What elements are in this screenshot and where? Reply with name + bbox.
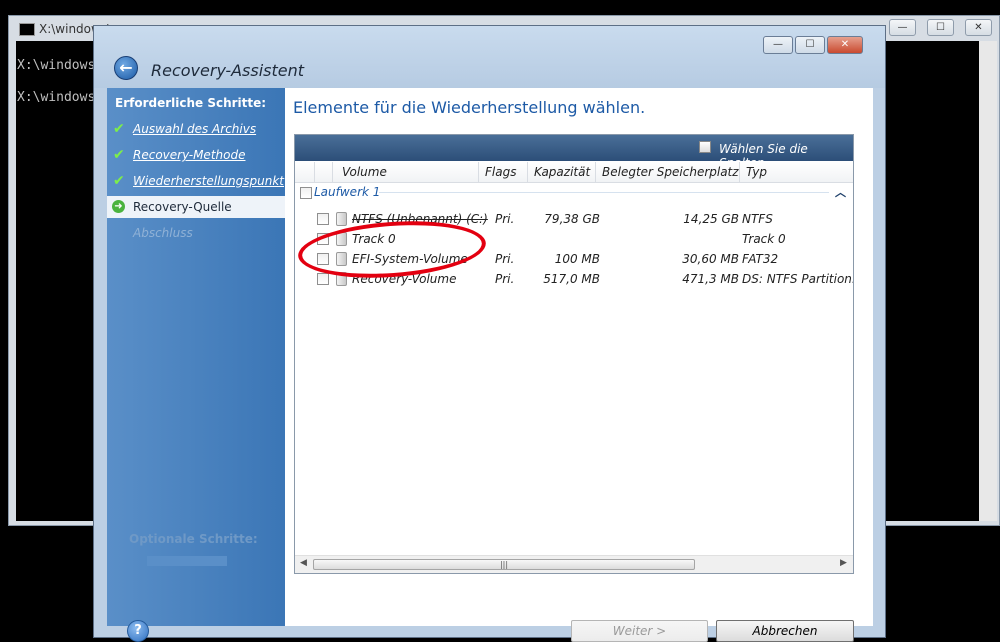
flags-cell: Pri. [495,212,515,226]
console-scrollbar[interactable] [979,41,997,521]
dialog-title: Recovery-Assistent [151,61,305,80]
arrow-right-icon: ➜ [112,200,125,213]
console-minimize-button[interactable]: — [889,19,916,36]
help-icon[interactable]: ? [127,620,149,642]
step-label: Auswahl des Archivs [133,122,257,136]
group-divider [379,192,829,193]
header-divider [295,182,853,183]
step-finish: Abschluss [107,222,285,244]
volume-list-panel: Wählen Sie die Spalten Volume Flags Kapa… [294,134,854,574]
column-header-checkbox [295,162,315,182]
columns-icon[interactable] [699,141,711,153]
console-line: X:\windows [17,90,96,105]
back-arrow-icon[interactable]: ← [114,56,138,80]
type-cell: DS: NTFS Partition: 0x [742,272,853,286]
maximize-button[interactable]: ☐ [795,36,825,54]
table-row[interactable] [295,301,853,321]
close-button[interactable]: ✕ [827,36,863,54]
capacity-cell: 100 MB [554,252,600,266]
flags-cell: Pri. [495,272,515,286]
checkmark-icon: ✔ [113,121,125,137]
step-archive-selection[interactable]: ✔ Auswahl des Archivs [107,118,285,140]
scroll-left-icon[interactable]: ◀ [300,558,307,568]
column-header-capacity[interactable]: Kapazität [528,162,596,182]
column-header-flags[interactable]: Flags [479,162,528,182]
console-close-button[interactable]: ✕ [965,19,992,36]
page-heading: Elemente für die Wiederherstellung wähle… [293,98,646,117]
recovery-dialog: ← Recovery-Assistent — ☐ ✕ Erforderliche… [93,25,886,642]
optional-steps-placeholder [147,556,227,566]
chevron-up-icon[interactable]: ︿ [835,184,846,200]
column-header-volume[interactable]: Volume [333,162,479,182]
cancel-button[interactable]: Abbrechen [716,620,854,642]
column-header-icon [315,162,333,182]
step-label: Recovery-Quelle [133,200,232,214]
console-maximize-button[interactable]: ☐ [927,19,954,36]
minimize-button[interactable]: — [763,36,793,54]
step-recovery-method[interactable]: ✔ Recovery-Methode [107,144,285,166]
next-button[interactable]: Weiter > [571,620,708,642]
optional-steps-heading: Optionale Schritte: [129,532,258,546]
steps-sidebar: Erforderliche Schritte: ✔ Auswahl des Ar… [107,88,285,626]
horizontal-scrollbar[interactable]: ◀ ||| ▶ [295,555,853,573]
group-label: Laufwerk 1 [314,185,381,199]
row-checkbox[interactable] [317,273,329,285]
capacity-cell: 79,38 GB [544,212,600,226]
step-label: Recovery-Methode [133,148,246,162]
capacity-cell: 517,0 MB [543,272,600,286]
column-header-used-space[interactable]: Belegter Speicherplatz [596,162,740,182]
step-label: Abschluss [133,226,193,240]
scroll-right-icon[interactable]: ▶ [840,558,847,568]
scrollbar-thumb[interactable]: ||| [313,559,695,570]
column-header-type[interactable]: Typ [740,162,853,182]
flags-cell: Pri. [495,252,515,266]
step-label: Wiederherstellungspunkt [133,174,285,188]
used-space-cell: 471,3 MB [682,272,739,286]
cmd-icon [19,23,35,36]
step-recovery-point[interactable]: ✔ Wiederherstellungspunkt [107,170,285,192]
dialog-content: Erforderliche Schritte: ✔ Auswahl des Ar… [107,88,873,642]
checkmark-icon: ✔ [113,147,125,163]
row-checkbox[interactable] [317,213,329,225]
used-space-cell: 30,60 MB [682,252,739,266]
console-line: X:\windows [17,58,96,73]
type-cell: NTFS [742,212,773,226]
type-cell: Track 0 [742,232,786,246]
checkmark-icon: ✔ [113,173,125,189]
type-cell: FAT32 [742,252,779,266]
used-space-cell: 14,25 GB [683,212,739,226]
step-recovery-source[interactable]: ➜ Recovery-Quelle [107,196,285,218]
group-checkbox[interactable] [300,187,312,199]
disk-icon [336,212,347,226]
required-steps-heading: Erforderliche Schritte: [115,96,267,110]
